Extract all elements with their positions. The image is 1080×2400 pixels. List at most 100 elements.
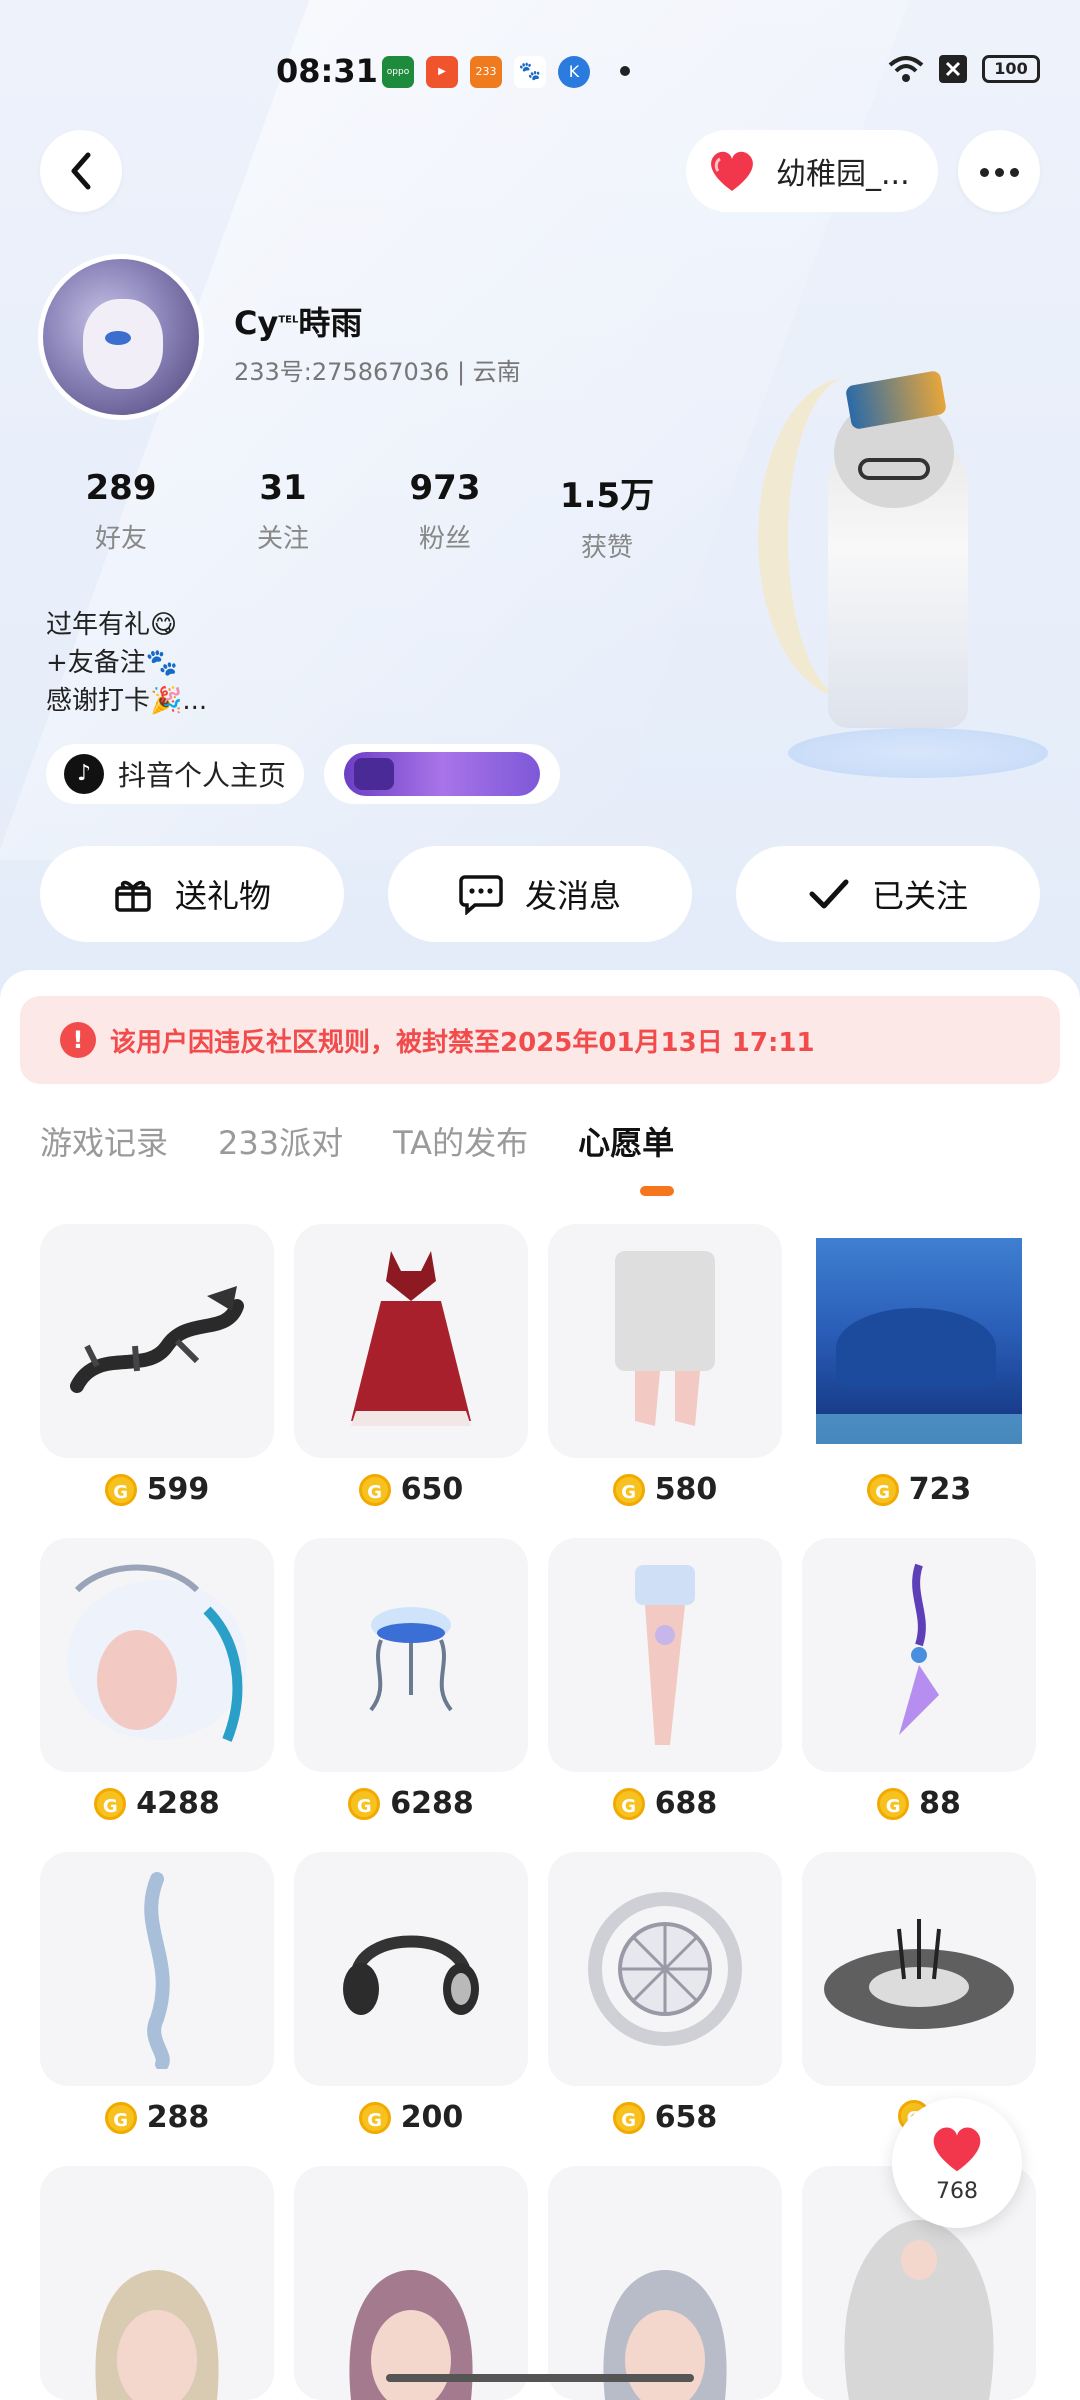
coin-icon: G (348, 1787, 381, 1820)
group-pill-button[interactable]: 幼稚园_... (686, 130, 938, 212)
tiktok-profile-link[interactable]: ♪ 抖音个人主页 (46, 744, 304, 804)
item-price: G 688 (548, 1786, 782, 1821)
tab-game-records[interactable]: 游戏记录 (40, 1118, 168, 1164)
nickname-tail: 時雨 (298, 304, 363, 342)
hair-clip-icon (144, 1872, 170, 2069)
wishlist-item[interactable]: G 6288 (294, 1538, 528, 1821)
wishlist-item[interactable] (294, 2166, 528, 2400)
wifi-icon (888, 56, 924, 82)
nickname-sup: TEL (278, 314, 299, 326)
back-button[interactable] (40, 130, 122, 212)
tiktok-label: 抖音个人主页 (118, 759, 287, 792)
item-thumbnail (40, 2166, 274, 2400)
wishlist-item[interactable]: G 288 (40, 1852, 274, 2135)
nickname: CyTEL時雨 (234, 298, 362, 344)
item-thumbnail (294, 1538, 528, 1772)
item-price: G 650 (294, 1472, 528, 1507)
item-thumbnail (548, 1852, 782, 2086)
item-thumbnail (548, 1538, 782, 1772)
wishlist-item[interactable]: G 688 (548, 1538, 782, 1821)
followed-button[interactable]: 已关注 (736, 846, 1040, 942)
wishlist-item[interactable]: G 658 (548, 1852, 782, 2135)
stat-value: 973 (409, 468, 481, 508)
hair-blonde-icon (95, 2270, 219, 2400)
tab-wishlist[interactable]: 心愿单 (578, 1118, 674, 1164)
coin-icon: G (104, 1473, 137, 1506)
more-dots-icon (977, 162, 1022, 181)
tab-233-party[interactable]: 233派对 (218, 1118, 343, 1164)
coin-icon: G (358, 2101, 391, 2134)
stat-label: 关注 (256, 524, 309, 554)
badge-image (344, 752, 540, 796)
item-thumbnail (294, 1224, 528, 1458)
status-app-icons: oppo ▶ 233 🐾 K (382, 56, 590, 88)
coin-icon: G (104, 2101, 137, 2134)
tiktok-icon: ♪ (64, 754, 104, 794)
avatar[interactable] (38, 254, 204, 420)
user-id-location: 233号:275867036 | 云南 (234, 358, 521, 386)
coin-icon: G (358, 1473, 391, 1506)
coin-icon: G (612, 2101, 645, 2134)
stat-likes[interactable]: 1.5万 获赞 (526, 468, 688, 564)
233-app-icon: 233 (470, 56, 502, 88)
bio[interactable]: 过年有礼😋 +友备注🐾 感谢打卡🎉... (46, 606, 207, 720)
item-price: G 599 (40, 1472, 274, 1507)
like-button[interactable]: 768 (892, 2098, 1022, 2228)
paw-app-icon: 🐾 (514, 56, 546, 88)
item-price: G 4288 (40, 1786, 274, 1821)
price-value: 658 (654, 2100, 718, 2135)
stat-friends[interactable]: 289 好友 (40, 468, 202, 564)
price-value: 6288 (390, 1786, 474, 1821)
item-price: G 200 (294, 2100, 528, 2135)
price-value: 599 (146, 1472, 210, 1507)
wishlist-item[interactable]: G 650 (294, 1224, 528, 1507)
stat-value: 31 (259, 468, 307, 508)
wishlist-item[interactable]: G 723 (802, 1224, 1036, 1507)
chevron-left-icon (71, 152, 91, 190)
wishlist-item[interactable] (40, 2166, 274, 2400)
price-value: 4288 (136, 1786, 220, 1821)
item-thumbnail (548, 2166, 782, 2400)
stat-following[interactable]: 31 关注 (202, 468, 364, 564)
wishlist-item[interactable]: G 200 (294, 1852, 528, 2135)
landscape-icon (816, 1238, 1022, 1444)
ban-notice-text: 该用户因违反社区规则，被封禁至2025年01月13日 17:11 (110, 1027, 815, 1058)
bio-line: +友备注🐾 (46, 648, 179, 678)
wishlist-item[interactable]: G (802, 1852, 1036, 2132)
send-message-button[interactable]: 发消息 (388, 846, 692, 942)
avatar-character[interactable] (748, 368, 1048, 788)
item-thumbnail (294, 1852, 528, 2086)
more-button[interactable] (958, 130, 1040, 212)
price-value: 723 (908, 1472, 972, 1507)
stat-fans[interactable]: 973 粉丝 (364, 468, 526, 564)
headphones-icon (343, 1935, 479, 2015)
active-tab-indicator (640, 1186, 674, 1196)
wishlist-item[interactable] (548, 2166, 782, 2400)
badge-chip[interactable] (324, 744, 560, 804)
home-indicator[interactable] (386, 2374, 694, 2382)
bio-line: 感谢打卡🎉... (46, 686, 208, 716)
magic-circle-icon (588, 1892, 742, 2046)
leg-wear-icon (635, 1565, 695, 1745)
wishlist-item[interactable]: G 580 (548, 1224, 782, 1507)
white-hair-icon (67, 1564, 247, 1742)
stockings-icon (615, 1251, 715, 1426)
wishlist-item[interactable]: G 88 (802, 1538, 1036, 1821)
heart-icon (933, 2126, 981, 2171)
coin-icon: G (866, 1473, 899, 1506)
stat-label: 获赞 (580, 533, 633, 563)
item-thumbnail (802, 1224, 1036, 1458)
item-thumbnail (40, 1538, 274, 1772)
send-gift-button[interactable]: 送礼物 (40, 846, 344, 942)
battery-indicator: 100 (982, 55, 1040, 83)
wishlist-item[interactable]: G 4288 (40, 1538, 274, 1821)
no-sim-icon (939, 55, 967, 83)
item-thumbnail (40, 1224, 274, 1458)
wishlist-item[interactable]: G 599 (40, 1224, 274, 1507)
tab-posts[interactable]: TA的发布 (393, 1118, 528, 1164)
alert-icon: ! (60, 1022, 96, 1058)
item-price: G 288 (40, 2100, 274, 2135)
item-price: G 580 (548, 1472, 782, 1507)
ban-notice: ! 该用户因违反社区规则，被封禁至2025年01月13日 17:11 (20, 996, 1060, 1084)
bio-line: 过年有礼😋 (46, 610, 178, 640)
